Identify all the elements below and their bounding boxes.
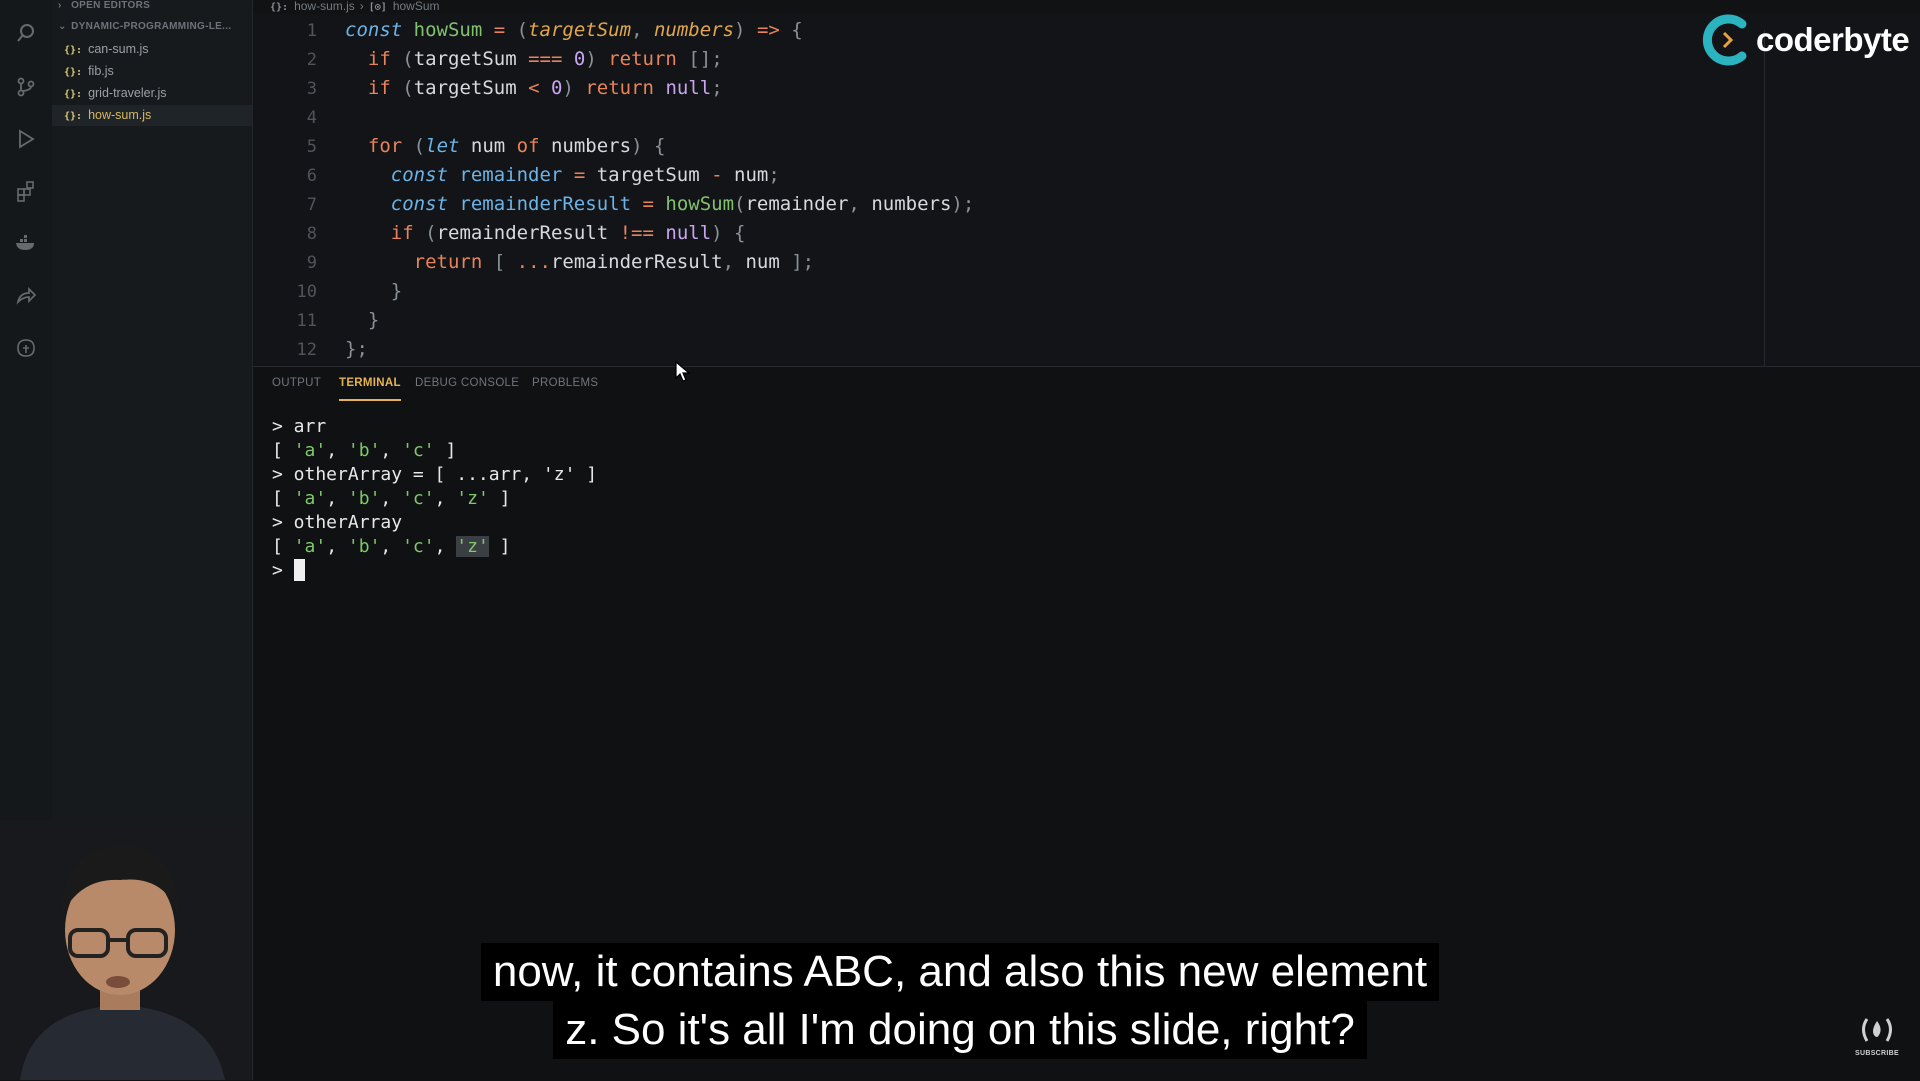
caption-line-2: z. So it's all I'm doing on this slide, … <box>0 1001 1920 1059</box>
caption-text: now, it contains ABC, and also this new … <box>480 943 1440 1001</box>
subscribe-badge[interactable]: SUBSCRIBE <box>1852 1015 1902 1059</box>
code-line: 11 } <box>253 306 1503 335</box>
line-number: 11 <box>296 311 317 331</box>
terminal-line: [ 'a', 'b', 'c' ] <box>272 440 457 461</box>
js-file-icon: {}: <box>64 45 83 56</box>
run-debug-icon[interactable] <box>13 126 39 152</box>
docker-icon[interactable] <box>13 230 39 256</box>
code-line: 3 if (targetSum < 0) return null; <box>253 74 1503 103</box>
terminal-line: [ 'a', 'b', 'c', 'z' ] <box>272 536 511 557</box>
code-line: 2 if (targetSum === 0) return []; <box>253 45 1503 74</box>
freecodecamp-icon <box>1862 1018 1892 1042</box>
breadcrumb-symbol[interactable]: howSum <box>393 0 440 13</box>
search-icon[interactable] <box>13 20 39 46</box>
code-line: 8 if (remainderResult !== null) { <box>253 219 1503 248</box>
code-line: 6 const remainder = targetSum - num; <box>253 161 1503 190</box>
terminal-prompt[interactable]: > <box>272 559 305 583</box>
caption-line-1: now, it contains ABC, and also this new … <box>0 943 1920 1001</box>
breadcrumb-file[interactable]: how-sum.js <box>294 0 355 13</box>
coderbyte-logo-icon <box>1702 14 1747 66</box>
code-line: 1 const howSum = (targetSum, numbers) => … <box>253 16 1503 45</box>
subscribe-label: SUBSCRIBE <box>1855 1050 1899 1057</box>
source-control-icon[interactable] <box>13 74 39 100</box>
chevron-right-icon: › <box>58 0 62 11</box>
terminal-line: > otherArray <box>272 512 403 533</box>
js-file-icon: {}: <box>270 2 289 13</box>
line-number: 10 <box>296 282 317 302</box>
mouse-pointer-icon <box>675 360 691 388</box>
extensions-icon[interactable] <box>13 178 39 204</box>
variable-symbol-icon: [⊙] <box>368 2 387 13</box>
js-file-icon: {}: <box>64 89 83 100</box>
file-item-fib[interactable]: {}: fib.js <box>52 61 252 82</box>
file-name: grid-traveler.js <box>88 86 167 100</box>
terminal-cursor <box>293 559 305 581</box>
terminal-line: > otherArray = [ ...arr, 'z' ] <box>272 464 598 485</box>
prompt-symbol: > <box>272 560 283 581</box>
code-line: 12}; <box>253 335 1503 364</box>
file-item-how-sum[interactable]: {}: how-sum.js <box>52 105 252 126</box>
line-number: 8 <box>306 224 317 244</box>
line-number: 7 <box>306 195 317 215</box>
editor-ruler <box>1764 30 1765 378</box>
logo-text: coderbyte <box>1756 21 1910 58</box>
chevron-down-icon: ⌄ <box>58 21 67 32</box>
code-editor[interactable]: 1 const howSum = (targetSum, numbers) => … <box>253 14 1920 378</box>
line-number: 2 <box>306 50 317 70</box>
line-number: 9 <box>306 253 317 273</box>
breadcrumb: {}: how-sum.js › [⊙] howSum <box>270 0 440 14</box>
file-item-grid-traveler[interactable]: {}: grid-traveler.js <box>52 83 252 104</box>
gitlens-icon[interactable] <box>13 335 39 361</box>
line-number: 4 <box>306 108 317 128</box>
project-folder-label: DYNAMIC-PROGRAMMING-LE... <box>71 21 232 32</box>
line-number: 1 <box>306 21 317 41</box>
file-name: how-sum.js <box>88 108 152 122</box>
file-name: fib.js <box>88 64 114 78</box>
code-line: 4 <box>253 103 1503 132</box>
line-number: 5 <box>306 137 317 157</box>
caption-text: z. So it's all I'm doing on this slide, … <box>553 1001 1367 1059</box>
file-name: can-sum.js <box>88 42 149 56</box>
code-line: 10 } <box>253 277 1503 306</box>
tab-problems[interactable]: PROBLEMS <box>532 377 598 399</box>
code-line: 7 const remainderResult = howSum(remaind… <box>253 190 1503 219</box>
tab-output[interactable]: OUTPUT <box>272 377 321 399</box>
line-number: 12 <box>296 340 317 360</box>
tab-terminal[interactable]: TERMINAL <box>339 377 401 401</box>
code-line: 9 return [ ...remainderResult, num ]; <box>253 248 1503 277</box>
live-share-icon[interactable] <box>13 283 39 309</box>
line-number: 3 <box>306 79 317 99</box>
project-folder-section[interactable]: ⌄ DYNAMIC-PROGRAMMING-LE... <box>58 21 231 32</box>
file-item-can-sum[interactable]: {}: can-sum.js <box>52 39 252 60</box>
coderbyte-logo: coderbyte <box>1702 14 1910 66</box>
open-editors-label: OPEN EDITORS <box>71 0 151 11</box>
line-number: 6 <box>306 166 317 186</box>
js-file-icon: {}: <box>64 67 83 78</box>
terminal-line: [ 'a', 'b', 'c', 'z' ] <box>272 488 511 509</box>
chevron-right-icon: › <box>359 0 364 13</box>
open-editors-section[interactable]: › OPEN EDITORS <box>58 0 150 11</box>
js-file-icon: {}: <box>64 111 83 122</box>
code-line: 5 for (let num of numbers) { <box>253 132 1503 161</box>
terminal-line: > arr <box>272 416 327 437</box>
tab-debug-console[interactable]: DEBUG CONSOLE <box>415 377 519 399</box>
